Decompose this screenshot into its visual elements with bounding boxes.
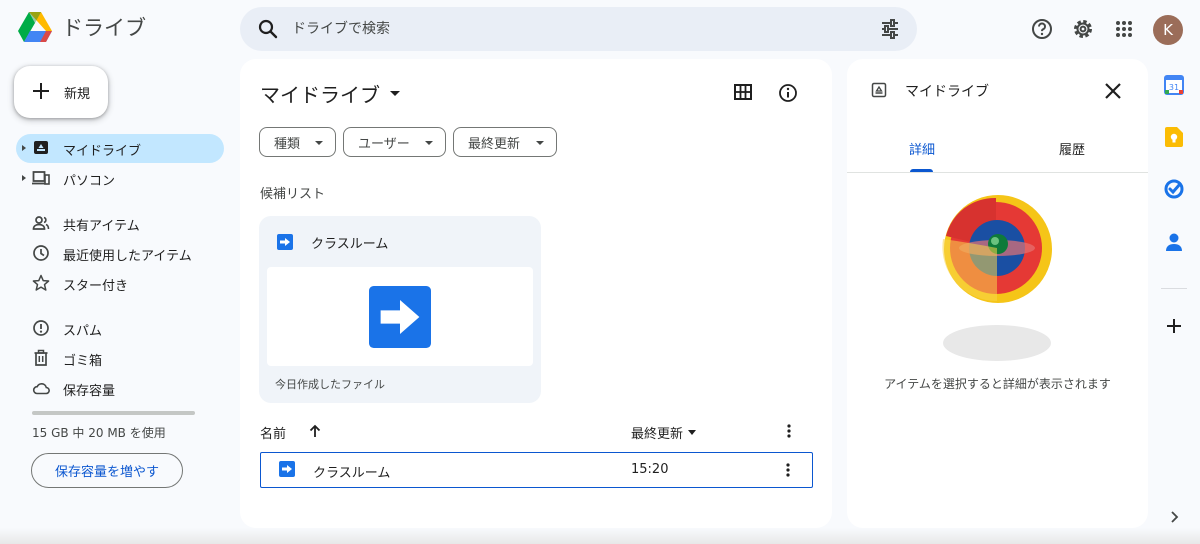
sidebar-item-spam[interactable]: スパム [16, 314, 224, 343]
sidebar-item-label: パソコン [63, 174, 116, 189]
file-name: クラスルーム [313, 466, 391, 481]
keep-icon[interactable] [1163, 126, 1185, 148]
dropdown-arrow-icon [425, 141, 433, 145]
file-preview [267, 267, 533, 366]
dropdown-arrow-icon [390, 91, 400, 96]
search-bar[interactable] [240, 7, 917, 51]
filter-people-chip[interactable]: ユーザー [343, 127, 446, 157]
sidebar-item-label: 共有アイテム [63, 219, 140, 234]
suggested-file-reason: 今日作成したファイル [275, 378, 385, 391]
app-title: ドライブ [62, 16, 146, 40]
computers-icon [32, 171, 50, 185]
rail-divider [1161, 288, 1187, 289]
grid-view-icon[interactable] [734, 84, 752, 100]
cloud-icon [32, 382, 50, 395]
window-bottom-edge [0, 528, 1200, 544]
clock-icon [33, 245, 49, 261]
drive-logo-icon [18, 12, 52, 42]
info-icon[interactable] [778, 83, 798, 103]
tab-details[interactable]: 詳細 [847, 139, 997, 158]
search-icon[interactable] [256, 17, 280, 41]
column-header-modified[interactable]: 最終更新 [631, 423, 697, 442]
new-button[interactable]: 新規 [14, 66, 108, 118]
sidebar-item-trash[interactable]: ゴミ箱 [16, 344, 224, 373]
sidebar-item-label: ゴミ箱 [63, 354, 103, 369]
sidebar-item-label: マイドライブ [63, 144, 142, 159]
get-more-storage-button[interactable]: 保存容量を増やす [31, 453, 183, 488]
svg-text:31: 31 [1169, 83, 1179, 92]
more-vert-icon[interactable] [784, 422, 794, 440]
calendar-icon[interactable]: 31 [1163, 74, 1185, 96]
shortcut-large-icon [369, 286, 431, 348]
details-title: マイドライブ [905, 84, 989, 100]
sidebar-item-label: スパム [63, 324, 103, 339]
expand-icon[interactable] [1163, 506, 1185, 528]
sidebar-item-label: 保存容量 [63, 384, 116, 399]
column-header-name[interactable]: 名前 [260, 423, 286, 442]
suggested-file-card[interactable]: クラスルーム 今日作成したファイル [259, 216, 541, 403]
suggested-file-name: クラスルーム [311, 237, 389, 252]
star-icon [32, 274, 50, 291]
sidebar-item-starred[interactable]: スター付き [16, 269, 224, 298]
sidebar-item-shared[interactable]: 共有アイテム [16, 209, 224, 238]
settings-gear-icon[interactable] [1071, 17, 1095, 41]
tasks-icon[interactable] [1163, 178, 1185, 200]
expand-caret-icon[interactable] [22, 145, 26, 151]
more-vert-icon[interactable] [783, 461, 793, 479]
tab-divider [847, 172, 1148, 173]
filter-modified-chip[interactable]: 最終更新 [453, 127, 557, 157]
close-icon[interactable] [1103, 81, 1123, 101]
suggested-section-label: 候補リスト [260, 187, 326, 202]
storage-usage-bar [32, 411, 195, 415]
tab-activity[interactable]: 履歴 [997, 139, 1147, 158]
sidebar-item-label: スター付き [63, 279, 129, 294]
filter-people-label: ユーザー [358, 136, 410, 152]
my-drive-icon [34, 141, 48, 154]
sort-ascending-icon[interactable] [308, 423, 322, 439]
avatar[interactable]: K [1153, 15, 1183, 45]
table-row[interactable]: クラスルーム 15:20 [260, 452, 813, 488]
empty-state-message: アイテムを選択すると詳細が表示されます [884, 377, 1111, 391]
storage-usage-text: 15 GB 中 20 MB を使用 [32, 426, 166, 440]
file-modified-time: 15:20 [631, 462, 669, 477]
my-drive-icon [871, 82, 887, 98]
sidebar-item-recent[interactable]: 最近使用したアイテム [16, 239, 224, 268]
sidebar-item-my-drive[interactable]: マイドライブ [16, 134, 224, 163]
page-title-text: マイドライブ [260, 83, 380, 107]
people-icon [32, 216, 50, 230]
filter-type-chip[interactable]: 種類 [259, 127, 336, 157]
details-panel: マイドライブ 詳細 履歴 アイテムを選択すると詳細が表示されます [847, 59, 1148, 528]
sidebar-item-label: 最近使用したアイテム [63, 249, 192, 264]
page-title[interactable]: マイドライブ [260, 79, 400, 108]
help-icon[interactable] [1030, 17, 1054, 41]
main-panel: マイドライブ 種類 ユーザー 最終更新 候補リスト クラスルーム 今日作成したフ… [240, 59, 832, 528]
column-header-modified-label: 最終更新 [631, 427, 684, 442]
expand-caret-icon[interactable] [22, 175, 26, 181]
filter-modified-label: 最終更新 [468, 136, 521, 152]
drive-logo[interactable]: ドライブ [18, 12, 146, 42]
dropdown-arrow-icon [536, 141, 544, 145]
spam-icon [33, 320, 49, 336]
shortcut-icon [279, 461, 295, 477]
dropdown-arrow-icon [688, 430, 697, 435]
dropdown-arrow-icon [315, 141, 323, 145]
trash-icon [34, 349, 48, 366]
search-options-icon[interactable] [879, 18, 901, 40]
empty-state-illustration [942, 195, 1052, 361]
add-icon[interactable] [1163, 315, 1185, 337]
apps-grid-icon[interactable] [1112, 17, 1136, 41]
shortcut-icon [277, 234, 293, 250]
plus-icon [33, 83, 49, 99]
new-button-label: 新規 [64, 87, 91, 102]
search-input[interactable] [292, 7, 852, 51]
sidebar-item-storage[interactable]: 保存容量 [16, 374, 224, 403]
filter-type-label: 種類 [274, 136, 301, 152]
file-list-header: 名前 最終更新 [260, 422, 812, 442]
sidebar-item-computers[interactable]: パソコン [16, 164, 224, 193]
contacts-icon[interactable] [1163, 231, 1185, 253]
